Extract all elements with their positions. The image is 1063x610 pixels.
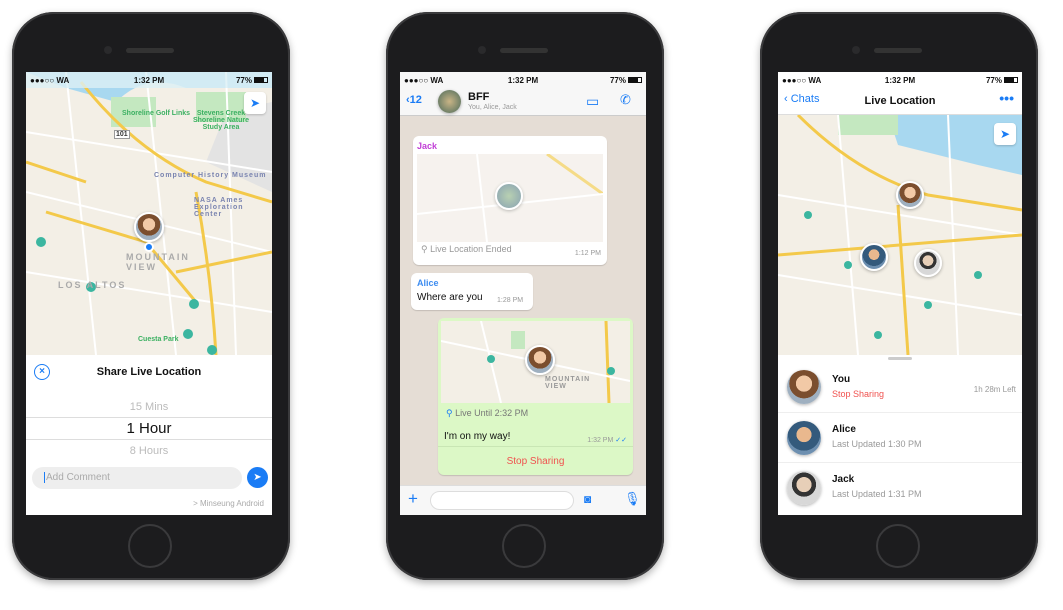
live-status: ⚲ Live Until 2:32 PM <box>446 408 529 418</box>
group-avatar[interactable] <box>438 90 461 113</box>
map-label: NASA Ames Exploration Center <box>194 197 244 218</box>
message-input[interactable] <box>430 491 574 510</box>
duration-option-selected[interactable]: 1 Hour <box>26 417 272 440</box>
location-arrow-button[interactable]: ➤ <box>994 123 1016 145</box>
alice-avatar-pin[interactable] <box>860 243 888 271</box>
phone-icon[interactable]: ✆ <box>620 92 631 108</box>
more-dots-icon[interactable]: ••• <box>999 90 1014 106</box>
map-label: Shoreline Golf Links <box>122 110 191 117</box>
recipient-link[interactable]: > Minseung Android <box>193 499 264 508</box>
avatar <box>787 370 821 404</box>
status-bar: ●●●○○ WA 1:32 PM 77% <box>400 72 646 88</box>
sheet-title: Share Live Location <box>96 366 202 378</box>
chat-title[interactable]: BFF <box>468 91 489 103</box>
message-text: I'm on my way! <box>444 431 511 442</box>
last-updated: Last Updated 1:31 PM <box>832 489 922 499</box>
video-camera-icon[interactable]: ▭ <box>586 93 599 110</box>
stop-sharing-button[interactable]: Stop Sharing <box>438 446 633 475</box>
people-list: You Stop Sharing 1h 28m Left Alice Last … <box>778 355 1022 515</box>
clock: 1:32 PM <box>507 75 539 85</box>
message-text: Where are you <box>417 292 483 303</box>
duration-option[interactable]: 15 Mins <box>26 401 272 413</box>
list-item[interactable]: Alice Last Updated 1:30 PM <box>778 413 1022 463</box>
home-button[interactable] <box>876 524 920 568</box>
home-button[interactable] <box>128 524 172 568</box>
sender-name: Jack <box>417 141 438 151</box>
person-name: Jack <box>832 474 855 485</box>
map-label: LOS ALTOS <box>58 280 127 290</box>
front-camera <box>104 46 112 54</box>
message-time: 1:12 PM <box>574 250 601 257</box>
person-name: Alice <box>832 424 856 435</box>
message-alice[interactable]: Alice Where are you 1:28 PM <box>411 273 533 310</box>
map[interactable]: ➤ <box>778 115 1022 355</box>
front-camera <box>852 46 860 54</box>
speaker <box>126 48 174 53</box>
status-bar: ●●●○○ WA 1:32 PM 77% <box>26 72 272 88</box>
front-camera <box>478 46 486 54</box>
map-label: MOUNTAIN VIEW <box>126 252 190 272</box>
you-avatar-pin[interactable] <box>896 181 924 209</box>
message-time: 1:32 PM ✓✓ <box>587 437 627 444</box>
microphone-icon[interactable]: 🎙 <box>624 491 641 507</box>
comment-input[interactable]: Add Comment <box>32 467 242 489</box>
back-button[interactable]: ‹12 <box>406 94 422 106</box>
camera-icon[interactable]: ◙ <box>584 492 591 506</box>
location-map[interactable] <box>416 152 604 243</box>
chat-header: ‹12 BFF You, Alice, Jack ▭ ✆ <box>400 88 646 116</box>
nav-title: Live Location <box>864 95 936 107</box>
drag-handle[interactable] <box>888 357 912 360</box>
phone-chat: ●●●○○ WA 1:32 PM 77% ‹12 BFF You, Alice,… <box>386 12 664 580</box>
location-status: ⚲ Live Location Ended <box>421 244 512 254</box>
screen: ●●●○○ WA 1:32 PM 77% Shoreline Golf Link… <box>26 72 272 515</box>
map-roads <box>778 115 1022 355</box>
plus-icon[interactable]: + <box>408 489 418 509</box>
list-item[interactable]: You Stop Sharing 1h 28m Left <box>778 363 1022 413</box>
map-label: Cuesta Park <box>138 336 179 343</box>
last-updated: Last Updated 1:30 PM <box>832 439 922 449</box>
time-left: 1h 28m Left <box>973 385 1016 394</box>
speaker <box>874 48 922 53</box>
message-jack-location[interactable]: Jack ⚲ Live Location Ended 1:12 PM <box>413 136 607 265</box>
map-label: Computer History Museum <box>154 172 267 179</box>
duration-option[interactable]: 8 Hours <box>26 445 272 457</box>
map-label: Stevens Creek Shoreline Nature Study Are… <box>192 110 249 131</box>
screen: ●●●○○ WA 1:32 PM 77% ‹ Chats Live Locati… <box>778 72 1022 515</box>
home-button[interactable] <box>502 524 546 568</box>
highway-shield: 101 <box>114 130 130 139</box>
phone-live-location-list: ●●●○○ WA 1:32 PM 77% ‹ Chats Live Locati… <box>760 12 1038 580</box>
user-avatar-pin[interactable] <box>134 212 164 242</box>
sender-name: Alice <box>417 278 439 288</box>
avatar <box>787 471 821 505</box>
speaker <box>500 48 548 53</box>
message-my-live-location[interactable]: MOUNTAIN VIEW ⚲ Live Until 2:32 PM I'm o… <box>438 318 633 475</box>
clock: 1:32 PM <box>133 75 165 85</box>
current-location-dot <box>144 242 154 252</box>
phone-share-live-location: ●●●○○ WA 1:32 PM 77% Shoreline Golf Link… <box>12 12 290 580</box>
location-arrow-button[interactable]: ➤ <box>244 92 266 114</box>
clock: 1:32 PM <box>884 75 916 85</box>
user-avatar-pin <box>525 345 555 375</box>
list-item[interactable]: Jack Last Updated 1:31 PM <box>778 463 1022 513</box>
screen: ●●●○○ WA 1:32 PM 77% ‹12 BFF You, Alice,… <box>400 72 646 515</box>
jack-avatar-pin[interactable] <box>914 249 942 277</box>
message-time: 1:28 PM <box>497 297 524 304</box>
nav-bar: ‹ Chats Live Location ••• <box>778 88 1022 115</box>
send-icon[interactable]: ➤ <box>247 467 268 488</box>
status-bar: ●●●○○ WA 1:32 PM 77% <box>778 72 1022 88</box>
person-name: You <box>832 374 851 385</box>
input-bar: + ◙ 🎙 <box>400 485 646 515</box>
map[interactable]: Shoreline Golf Links Stevens Creek Shore… <box>26 72 272 355</box>
chat-participants: You, Alice, Jack <box>468 104 517 111</box>
live-location-map[interactable]: MOUNTAIN VIEW <box>440 320 631 404</box>
avatar <box>787 421 821 455</box>
share-sheet: × Share Live Location 15 Mins 1 Hour 8 H… <box>26 355 272 515</box>
stop-sharing-link[interactable]: Stop Sharing <box>832 389 884 399</box>
